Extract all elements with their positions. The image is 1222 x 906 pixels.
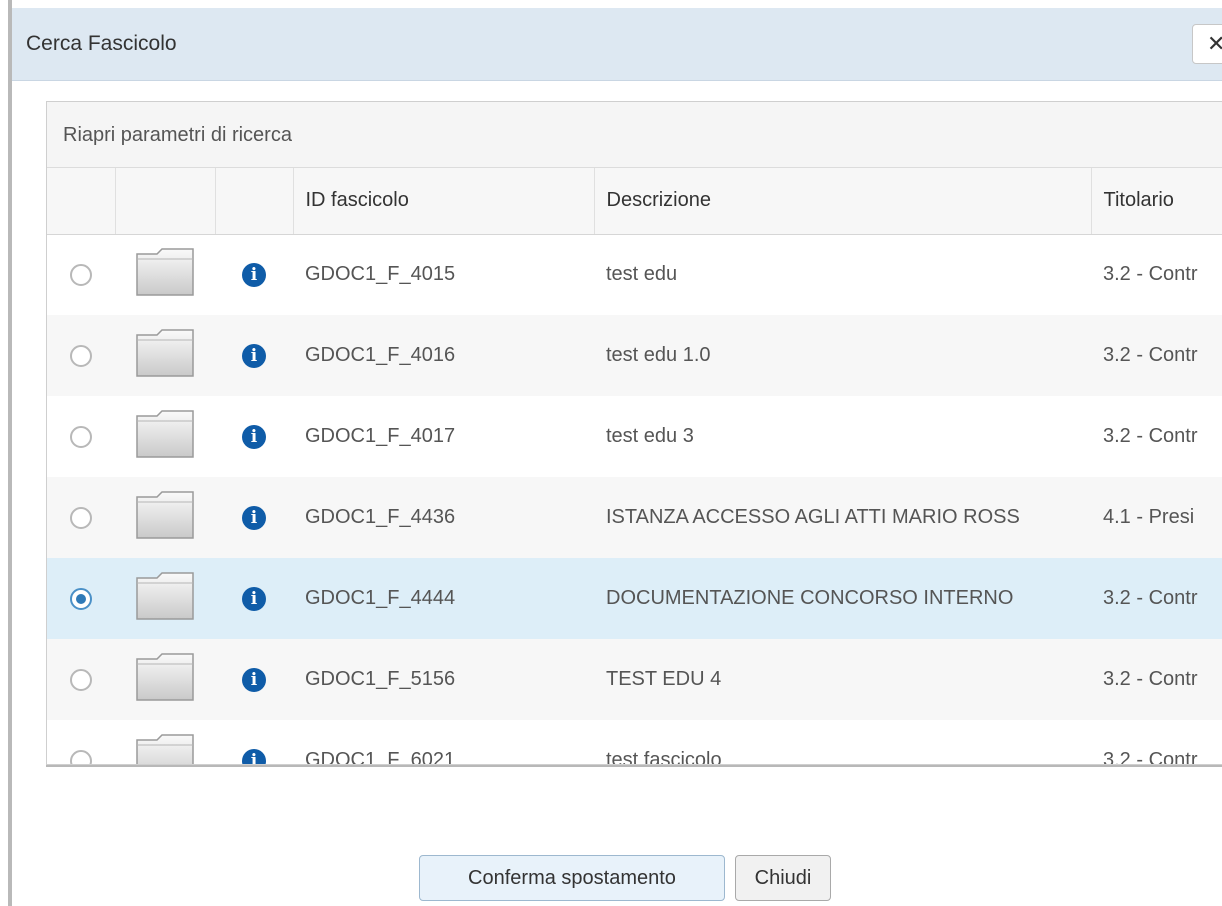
row-id: GDOC1_F_4015: [305, 263, 456, 286]
row-folder-cell: [115, 558, 215, 639]
folder-icon: [134, 651, 196, 709]
table-row[interactable]: i GDOC1_F_4015 test edu 3.2 - Contr: [47, 234, 1222, 315]
row-descrizione: test edu 3: [606, 425, 694, 447]
reopen-search-params-label: Riapri parametri di ricerca: [63, 124, 292, 146]
row-id: GDOC1_F_4016: [305, 344, 456, 366]
row-info-cell: i: [215, 477, 293, 558]
row-info-cell: i: [215, 558, 293, 639]
row-id: GDOC1_F_6021: [305, 749, 456, 765]
info-icon[interactable]: i: [242, 505, 266, 530]
column-header-icon: [115, 168, 216, 235]
dialog-title: Cerca Fascicolo: [26, 32, 177, 55]
row-radio-button[interactable]: [70, 263, 92, 286]
row-id: GDOC1_F_4017: [305, 425, 456, 447]
column-header-id[interactable]: ID fascicolo: [293, 168, 595, 235]
table-row[interactable]: i GDOC1_F_4017 test edu 3 3.2 - Contr: [47, 396, 1222, 477]
info-icon[interactable]: i: [242, 586, 266, 611]
row-folder-cell: [115, 639, 215, 720]
window-left-border: [0, 0, 12, 906]
info-icon[interactable]: i: [242, 748, 266, 764]
row-titolario: 3.2 - Contr: [1103, 263, 1198, 286]
row-folder-cell: [115, 315, 215, 396]
close-button[interactable]: Chiudi: [735, 855, 831, 901]
table-row[interactable]: i GDOC1_F_4444 DOCUMENTAZIONE CONCORSO INT…: [47, 558, 1222, 639]
row-descrizione: test edu: [606, 263, 678, 286]
grid-bottom-border: [46, 765, 1222, 767]
reopen-search-params[interactable]: Riapri parametri di ricerca: [47, 102, 1222, 168]
column-header-select: [47, 168, 116, 235]
row-info-cell: i: [215, 315, 293, 396]
row-id: GDOC1_F_4436: [305, 506, 456, 528]
row-info-cell: i: [215, 396, 293, 477]
info-icon[interactable]: i: [242, 343, 266, 368]
row-select-cell: [47, 396, 115, 477]
row-folder-cell: [115, 477, 215, 558]
row-id: GDOC1_F_5156: [305, 668, 456, 690]
folder-icon: [134, 327, 196, 385]
row-select-cell: [47, 477, 115, 558]
dialog-titlebar: Cerca Fascicolo ✕: [12, 8, 1222, 81]
info-icon[interactable]: i: [242, 262, 266, 287]
row-id: GDOC1_F_4444: [305, 587, 456, 609]
info-icon[interactable]: i: [242, 424, 266, 449]
row-select-cell: [47, 315, 115, 396]
row-radio-button[interactable]: [70, 425, 92, 448]
table-row[interactable]: i GDOC1_F_4016 test edu 1.0 3.2 - Contr: [47, 315, 1222, 396]
row-radio-button[interactable]: [70, 749, 92, 764]
row-radio-button[interactable]: [70, 344, 92, 367]
column-header-descrizione[interactable]: Descrizione: [594, 168, 1092, 235]
row-select-cell: [47, 720, 115, 764]
row-titolario: 4.1 - Presi: [1103, 506, 1195, 528]
row-folder-cell: [115, 396, 215, 477]
row-select-cell: [47, 558, 115, 639]
row-folder-cell: [115, 234, 215, 315]
folder-icon: [134, 570, 196, 628]
table-header-row: ID fascicolo Descrizione Titolario: [47, 168, 1222, 235]
row-radio-button[interactable]: [70, 587, 92, 610]
row-titolario: 3.2 - Contr: [1103, 425, 1198, 447]
close-dialog-button[interactable]: ✕: [1192, 24, 1222, 64]
row-titolario: 3.2 - Contr: [1103, 668, 1198, 690]
row-folder-cell: [115, 720, 215, 764]
close-icon: ✕: [1207, 31, 1222, 56]
row-radio-button[interactable]: [70, 506, 92, 529]
row-info-cell: i: [215, 639, 293, 720]
row-radio-button[interactable]: [70, 668, 92, 691]
row-descrizione: TEST EDU 4: [606, 668, 722, 690]
row-info-cell: i: [215, 234, 293, 315]
row-descrizione: ISTANZA ACCESSO AGLI ATTI MARIO ROSS: [606, 506, 1020, 528]
table-row[interactable]: i GDOC1_F_4436 ISTANZA ACCESSO AGLI ATTI M…: [47, 477, 1222, 558]
row-titolario: 3.2 - Contr: [1103, 749, 1198, 765]
table-row[interactable]: i GDOC1_F_5156 TEST EDU 4 3.2 - Contr: [47, 639, 1222, 720]
column-header-info: [215, 168, 294, 235]
confirm-move-button[interactable]: Conferma spostamento: [419, 855, 725, 901]
row-titolario: 3.2 - Contr: [1103, 344, 1198, 366]
row-descrizione: test edu 1.0: [606, 344, 711, 366]
folder-icon: [134, 408, 196, 466]
row-select-cell: [47, 234, 115, 315]
table-row[interactable]: i GDOC1_F_6021 test fascicolo 3.2 - Contr: [47, 720, 1222, 765]
row-info-cell: i: [215, 720, 293, 764]
results-panel: Riapri parametri di ricerca ID fascicolo…: [46, 101, 1222, 765]
folder-icon: [134, 246, 196, 304]
folder-icon: [134, 489, 196, 547]
row-select-cell: [47, 639, 115, 720]
row-descrizione: test fascicolo: [606, 749, 722, 765]
column-header-titolario[interactable]: Titolario: [1091, 168, 1222, 235]
row-titolario: 3.2 - Contr: [1103, 587, 1198, 609]
row-descrizione: DOCUMENTAZIONE CONCORSO INTERNO: [606, 587, 1014, 609]
top-gap: [12, 0, 1222, 8]
info-icon[interactable]: i: [242, 667, 266, 692]
folder-icon: [134, 732, 196, 764]
results-table: ID fascicolo Descrizione Titolario i GDOC…: [47, 168, 1222, 765]
